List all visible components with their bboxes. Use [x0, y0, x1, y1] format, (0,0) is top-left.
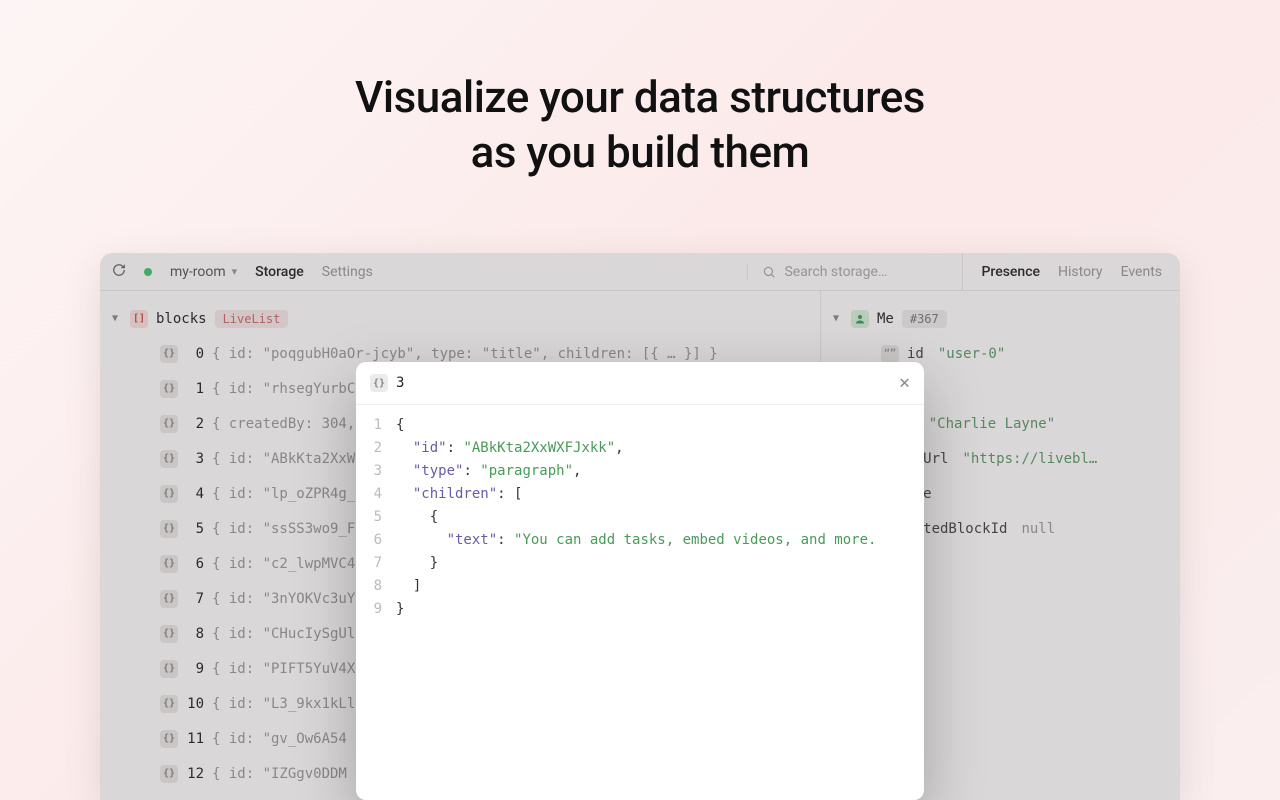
line-number: 6: [356, 532, 396, 548]
code-line: 4 "children": [: [356, 482, 924, 505]
code-line: 3 "type": "paragraph",: [356, 459, 924, 482]
code-line: 5 {: [356, 505, 924, 528]
headline-line-1: Visualize your data structures: [0, 70, 1280, 125]
code-line: 2 "id": "ABkKta2XxWXFJxkk",: [356, 436, 924, 459]
page-headline: Visualize your data structures as you bu…: [0, 0, 1280, 180]
line-number: 3: [356, 463, 396, 479]
object-icon: {}: [370, 374, 388, 392]
line-number: 7: [356, 555, 396, 571]
modal-code-body: 1{2 "id": "ABkKta2XxWXFJxkk",3 "type": "…: [356, 405, 924, 628]
line-number: 8: [356, 578, 396, 594]
code-line: 6 "text": "You can add tasks, embed vide…: [356, 528, 924, 551]
json-detail-modal: {} 3 ✕ 1{2 "id": "ABkKta2XxWXFJxkk",3 "t…: [356, 362, 924, 800]
code-line: 8 ]: [356, 574, 924, 597]
code-line: 1{: [356, 413, 924, 436]
modal-title: 3: [396, 375, 404, 391]
code-line: 7 }: [356, 551, 924, 574]
headline-line-2: as you build them: [0, 125, 1280, 180]
line-number: 4: [356, 486, 396, 502]
line-number: 2: [356, 440, 396, 456]
modal-header: {} 3 ✕: [356, 362, 924, 405]
code-line: 9}: [356, 597, 924, 620]
line-number: 9: [356, 601, 396, 617]
close-icon[interactable]: ✕: [899, 374, 910, 392]
line-number: 5: [356, 509, 396, 525]
line-number: 1: [356, 417, 396, 433]
